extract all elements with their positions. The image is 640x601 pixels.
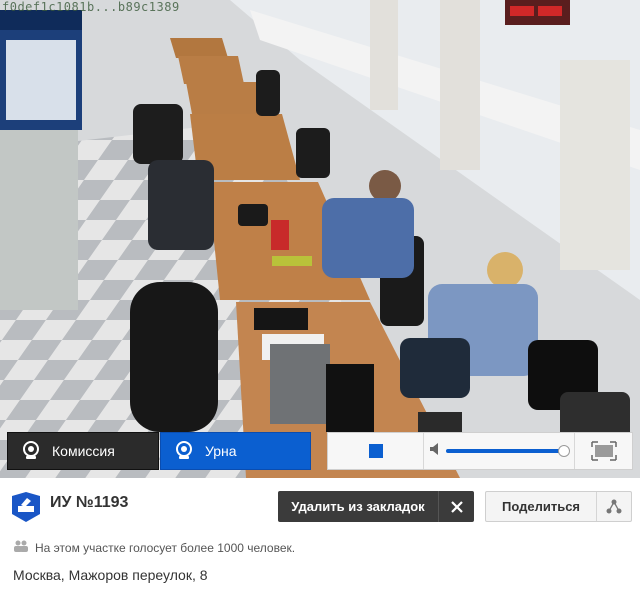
camera-commission-button[interactable]: Комиссия (7, 432, 159, 470)
voters-text: На этом участке голосует более 1000 чело… (35, 540, 296, 555)
station-address: Москва, Мажоров переулок, 8 (13, 567, 208, 583)
remove-bookmark-label: Удалить из закладок (291, 499, 425, 514)
video-feed[interactable]: f0def1c1081b...b89c1389 (0, 0, 640, 478)
remove-bookmark-button[interactable]: Удалить из закладок (278, 491, 474, 522)
fullscreen-button[interactable] (574, 433, 632, 469)
share-button[interactable]: Поделиться (485, 491, 632, 522)
webcam-icon (173, 440, 195, 462)
webcam-icon (20, 440, 42, 462)
video-overlay-id: f0def1c1081b...b89c1389 (2, 0, 180, 14)
share-label: Поделиться (501, 499, 581, 514)
stop-button[interactable] (328, 433, 424, 469)
volume-knob[interactable] (558, 445, 570, 457)
close-icon (438, 491, 474, 522)
camera-commission-label: Комиссия (52, 443, 115, 459)
video-controls: Комиссия Урна (0, 432, 640, 470)
ballot-box-icon (12, 492, 40, 527)
volume-slider[interactable] (446, 445, 570, 457)
voters-info: На этом участке голосует более 1000 чело… (13, 540, 295, 555)
camera-urn-label: Урна (205, 443, 237, 459)
speaker-icon[interactable] (430, 442, 440, 460)
video-frame (0, 0, 640, 478)
volume-control (424, 433, 574, 469)
camera-urn-button[interactable]: Урна (160, 432, 311, 470)
player-bar (327, 432, 633, 470)
page-title: ИУ №1193 (50, 494, 129, 511)
share-nodes-icon (596, 492, 631, 521)
fullscreen-icon (590, 441, 617, 461)
stop-icon (368, 444, 383, 458)
people-icon (13, 540, 29, 555)
